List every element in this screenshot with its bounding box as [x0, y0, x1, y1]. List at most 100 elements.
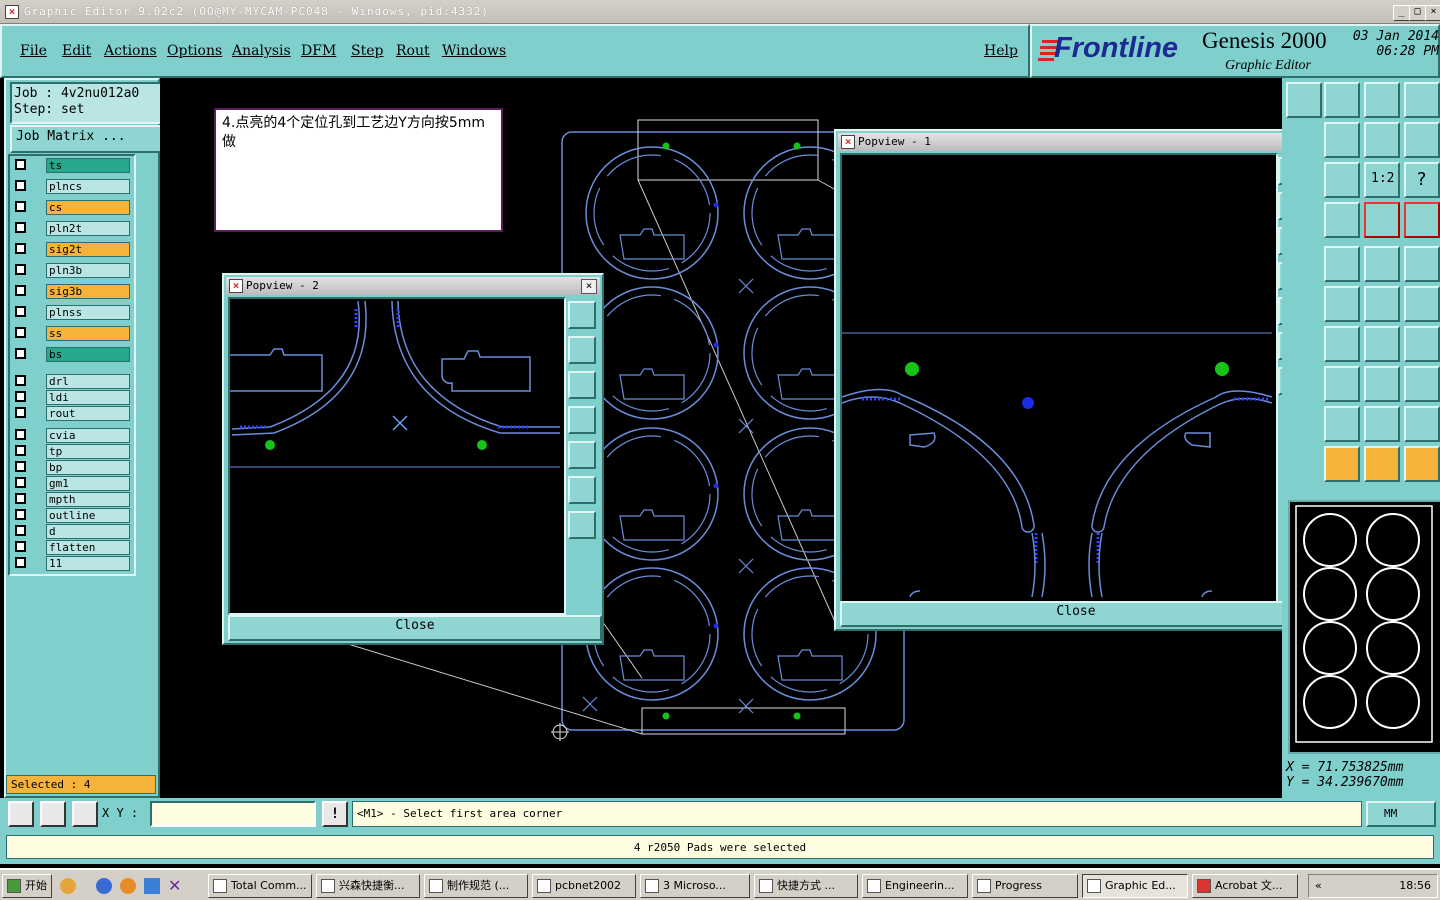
task-xingsen[interactable]: 兴森快捷衡... [316, 874, 420, 898]
layer-row-d[interactable]: d [12, 524, 130, 539]
tool-text-icon[interactable] [1404, 326, 1440, 362]
tool-cross-icon[interactable] [1324, 286, 1360, 322]
layer-row-bp[interactable]: bp [12, 460, 130, 475]
task-spec[interactable]: 制作规范 (... [424, 874, 528, 898]
layer-checkbox[interactable] [15, 557, 26, 568]
tool-connect2-icon[interactable] [1404, 286, 1440, 322]
popview-2-pan-left-button[interactable] [568, 406, 596, 434]
layer-checkbox[interactable] [15, 525, 26, 536]
maximize-button[interactable]: □ [1409, 5, 1426, 21]
menu-step[interactable]: Step [351, 43, 383, 59]
tray-expand-icon[interactable]: « [1315, 879, 1322, 892]
tool-help-icon[interactable]: ? [1404, 162, 1440, 198]
layer-row-plncs[interactable]: plncs [12, 179, 130, 194]
layer-row-flatten[interactable]: flatten [12, 540, 130, 555]
ie-icon[interactable] [96, 878, 112, 894]
tool-home-icon[interactable] [1364, 82, 1400, 118]
task-acrobat[interactable]: Acrobat 文... [1192, 874, 1298, 898]
layer-checkbox[interactable] [15, 180, 26, 191]
overview-map[interactable] [1288, 500, 1440, 754]
layer-row-bs[interactable]: bs [12, 347, 130, 362]
tool-grid-icon[interactable] [1324, 202, 1360, 238]
layer-checkbox[interactable] [15, 477, 26, 488]
exclamation-button[interactable]: ! [322, 801, 348, 827]
popview-2-pan-up-button[interactable] [568, 336, 596, 364]
popview-2-titlebar[interactable]: × Popview - 2 × [226, 277, 600, 295]
menu-file[interactable]: File [20, 43, 47, 59]
tool-window-icon[interactable] [1404, 82, 1440, 118]
popview-1-titlebar[interactable]: × Popview - 1 × [838, 133, 1310, 151]
grid-toggle-icon[interactable] [72, 801, 98, 827]
layer-checkbox[interactable] [15, 327, 26, 338]
tool-angle-icon[interactable] [1324, 406, 1360, 442]
x-app-icon[interactable]: ✕ [168, 876, 181, 895]
layer-checkbox[interactable] [15, 201, 26, 212]
layer-row-11[interactable]: 11 [12, 556, 130, 571]
layer-checkbox[interactable] [15, 306, 26, 317]
tool-snap2-icon[interactable] [1404, 202, 1440, 238]
tool-minus-icon[interactable] [1324, 366, 1360, 402]
task-pcbnet[interactable]: pcbnet2002 [532, 874, 636, 898]
tool-zoom-home-icon[interactable] [1324, 162, 1360, 198]
task-graphic-editor[interactable]: Graphic Ed... [1082, 874, 1188, 898]
layer-row-ss[interactable]: ss [12, 326, 130, 341]
draw-angle-icon[interactable] [40, 801, 66, 827]
popview-2-pan-down-button[interactable] [568, 371, 596, 399]
task-total-commander[interactable]: Total Comm... [208, 874, 312, 898]
popview-2-close-icon[interactable]: × [581, 279, 597, 294]
popview-2-pan-right-button[interactable] [568, 441, 596, 469]
layer-checkbox[interactable] [15, 159, 26, 170]
layer-checkbox[interactable] [15, 493, 26, 504]
browser-icon[interactable] [144, 878, 160, 894]
tool-open-icon[interactable] [1286, 82, 1322, 118]
tool-arc-icon[interactable] [1364, 326, 1400, 362]
tool-snap-icon[interactable] [1364, 202, 1400, 238]
menu-dfm[interactable]: DFM [301, 43, 336, 59]
popview-1-close-button[interactable]: Close [840, 601, 1312, 627]
tool-angle3-icon[interactable] [1404, 406, 1440, 442]
layer-row-rout[interactable]: rout [12, 406, 130, 421]
popview-1-view[interactable] [840, 153, 1278, 603]
layer-row-cs[interactable]: cs [12, 200, 130, 215]
tool-color-icon[interactable] [1324, 246, 1360, 282]
tool-measure-icon[interactable] [1364, 366, 1400, 402]
layer-checkbox[interactable] [15, 541, 26, 552]
tool-scale-icon[interactable]: 1:2 [1364, 162, 1400, 198]
layer-row-sig2t[interactable]: sig2t [12, 242, 130, 257]
layer-row-pln3b[interactable]: pln3b [12, 263, 130, 278]
layer-row-tp[interactable]: tp [12, 444, 130, 459]
popview-2-zoom-in-button[interactable] [568, 476, 596, 504]
tool-select2-icon[interactable] [1364, 446, 1400, 482]
close-window-button[interactable]: × [1425, 5, 1440, 21]
tool-angle2-icon[interactable] [1364, 406, 1400, 442]
layer-row-ts[interactable]: ts [12, 158, 130, 173]
menu-options[interactable]: Options [167, 43, 222, 59]
layer-checkbox[interactable] [15, 264, 26, 275]
draw-line-icon[interactable] [8, 801, 34, 827]
layer-checkbox[interactable] [15, 375, 26, 386]
tool-undo-icon[interactable] [1364, 122, 1400, 158]
menu-analysis[interactable]: Analysis [232, 43, 291, 59]
layer-row-ldi[interactable]: ldi [12, 390, 130, 405]
start-button[interactable]: 开始 [2, 874, 52, 898]
xy-input[interactable] [150, 801, 316, 827]
tool-connect-icon[interactable] [1364, 286, 1400, 322]
tool-line-icon[interactable] [1324, 326, 1360, 362]
layer-checkbox[interactable] [15, 407, 26, 418]
layer-checkbox[interactable] [15, 348, 26, 359]
task-shortcut[interactable]: 快捷方式 ... [754, 874, 858, 898]
popview-2-close-button[interactable]: Close [228, 615, 602, 641]
layer-checkbox[interactable] [15, 445, 26, 456]
layer-checkbox[interactable] [15, 429, 26, 440]
layer-checkbox[interactable] [15, 222, 26, 233]
task-progress[interactable]: Progress [972, 874, 1078, 898]
tool-select3-icon[interactable] [1404, 446, 1440, 482]
layer-row-outline[interactable]: outline [12, 508, 130, 523]
task-microsoft[interactable]: 3 Microso... [640, 874, 750, 898]
layer-row-cvia[interactable]: cvia [12, 428, 130, 443]
layer-row-pln2t[interactable]: pln2t [12, 221, 130, 236]
layer-checkbox[interactable] [15, 391, 26, 402]
tool-pad-icon[interactable] [1404, 246, 1440, 282]
layer-checkbox[interactable] [15, 243, 26, 254]
popview-2-zoom-fit-button[interactable] [568, 301, 596, 329]
